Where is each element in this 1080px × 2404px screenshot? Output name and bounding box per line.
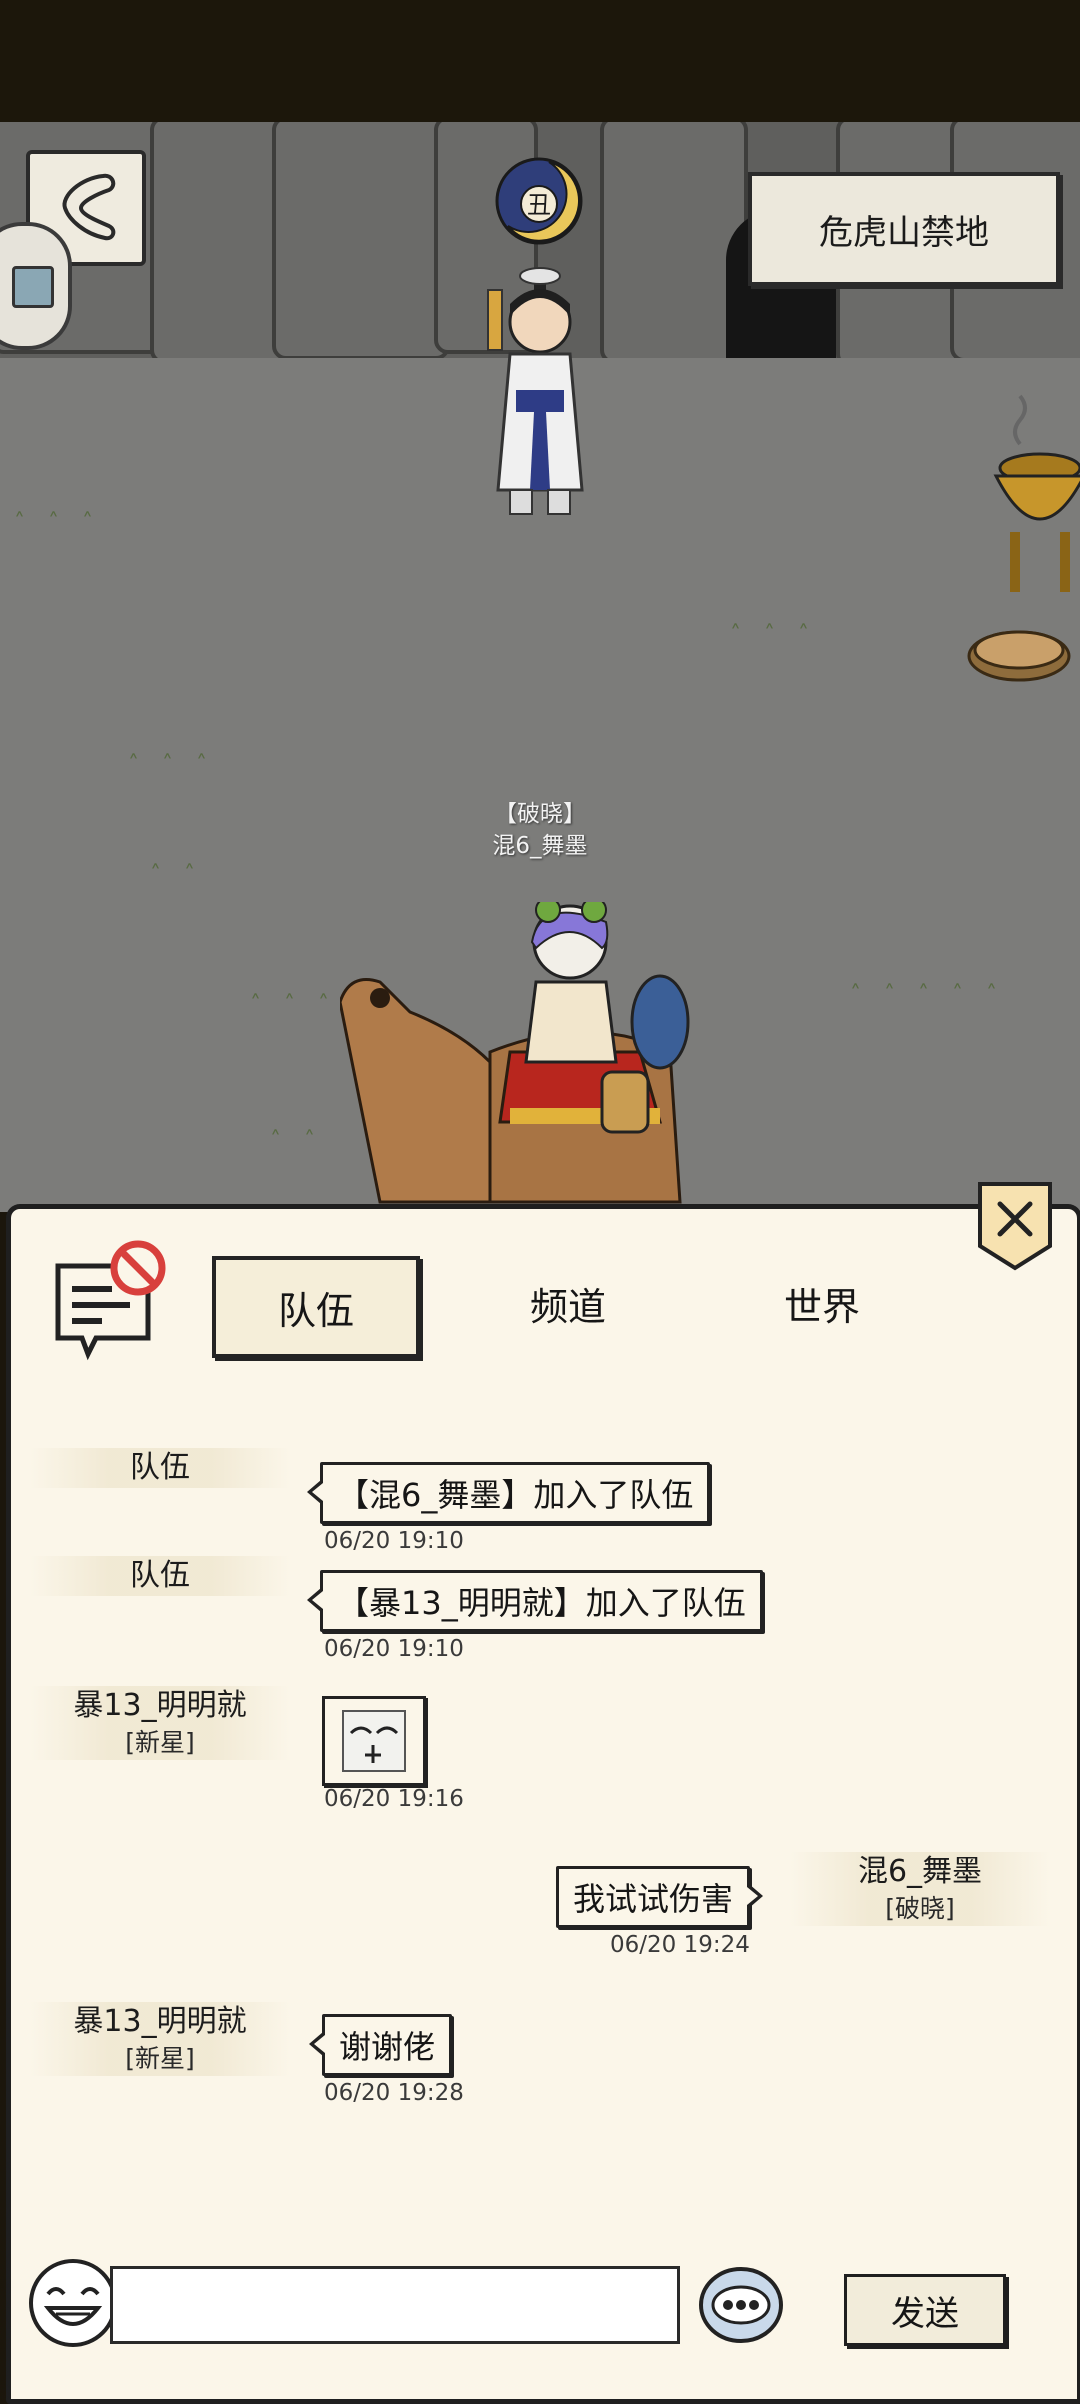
more-icon[interactable] [696, 2264, 786, 2346]
message-sender: 暴13_明明就 [新星] [30, 2002, 290, 2076]
side-menu-icon [12, 266, 54, 308]
sticker-face-icon [342, 1710, 406, 1772]
stone-disc [967, 630, 1071, 682]
status-bar [0, 0, 1080, 122]
grass-tuft: ˄ ˄ ˄ [730, 622, 817, 647]
player-nameplate: 【破晓】 混6_舞墨 [430, 798, 650, 862]
grass-tuft: ˄ ˄ ˄ ˄ ˄ [850, 982, 1005, 1007]
grass-tuft: ˄ ˄ [150, 862, 203, 887]
sender-rank: [新星] [125, 2044, 195, 2073]
moon-badge-icon: 丑 [495, 157, 583, 245]
emoji-icon[interactable] [26, 2256, 120, 2350]
location-plaque: 危虎山禁地 [748, 172, 1060, 286]
message-sender: 暴13_明明就 [新星] [30, 1686, 290, 1760]
message-time: 06/20 19:24 [610, 1932, 750, 1958]
side-menu-tab[interactable] [0, 222, 72, 350]
close-icon[interactable] [976, 1180, 1054, 1272]
send-button[interactable]: 发送 [844, 2274, 1006, 2346]
player-on-camel[interactable] [340, 902, 700, 1232]
chat-panel [6, 1204, 1080, 2404]
chat-input[interactable] [110, 2266, 680, 2344]
message-time: 06/20 19:10 [324, 1636, 464, 1662]
mute-chat-icon[interactable] [52, 1238, 176, 1366]
message-time: 06/20 19:28 [324, 2080, 464, 2106]
message-bubble[interactable]: 【混6_舞墨】加入了队伍 [306, 1462, 711, 1524]
player-name: 混6_舞墨 [492, 833, 588, 859]
grass-tuft: ˄ ˄ ˄ [128, 752, 215, 777]
npc-character[interactable] [474, 240, 604, 590]
badge-glyph: 丑 [527, 191, 551, 219]
tab-team[interactable]: 队伍 [212, 1256, 420, 1358]
sender-rank: [新星] [125, 1728, 195, 1757]
tab-world[interactable]: 世界 [722, 1256, 922, 1350]
message-sticker[interactable] [322, 1696, 426, 1786]
bronze-brazier [993, 394, 1080, 592]
message-bubble[interactable]: 谢谢佬 [308, 2014, 453, 2076]
back-arrow-icon [62, 173, 116, 241]
message-sender: 队伍 [30, 1448, 290, 1488]
sender-rank: [破晓] [885, 1894, 955, 1923]
message-time: 06/20 19:16 [324, 1786, 464, 1812]
tab-channel[interactable]: 频道 [468, 1256, 668, 1350]
player-guild-tag: 【破晓】 [494, 801, 586, 827]
grass-tuft: ˄ ˄ ˄ [14, 510, 101, 535]
message-bubble[interactable]: 【暴13_明明就】加入了队伍 [307, 1570, 763, 1632]
message-sender: 混6_舞墨 [破晓] [790, 1852, 1050, 1926]
message-bubble[interactable]: 我试试伤害 [556, 1866, 764, 1928]
grass-tuft: ˄ ˄ [270, 1128, 323, 1153]
message-time: 06/20 19:10 [324, 1528, 464, 1554]
message-sender: 队伍 [30, 1556, 290, 1596]
grass-tuft: ˄ ˄ ˄ [250, 992, 337, 1017]
